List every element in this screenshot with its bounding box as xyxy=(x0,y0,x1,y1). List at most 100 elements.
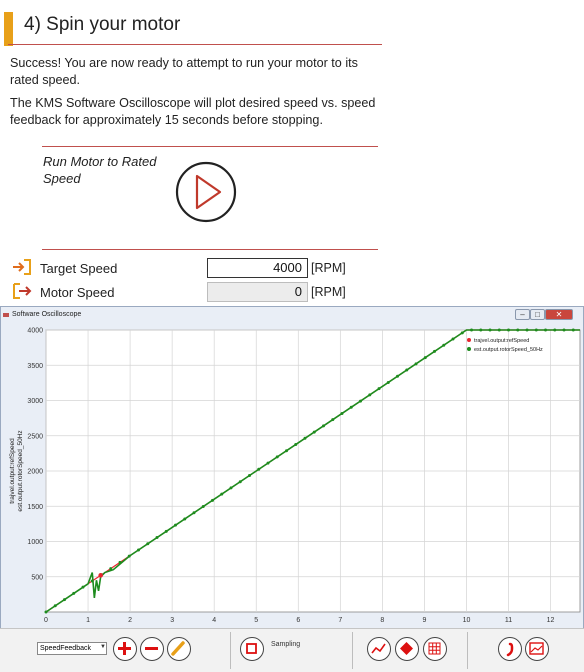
plus-icon xyxy=(118,642,131,655)
save-image-button[interactable] xyxy=(525,637,549,661)
series-marker xyxy=(183,517,187,521)
motor-speed-value: 0 xyxy=(207,282,308,302)
y-tick-label: 1000 xyxy=(27,539,43,546)
run-bottom-divider xyxy=(42,249,378,250)
motor-speed-label: Motor Speed xyxy=(40,285,115,300)
y-tick-label: 1500 xyxy=(27,504,43,511)
sampling-label: Sampling xyxy=(271,641,301,648)
x-tick-label: 5 xyxy=(254,617,258,624)
stop-icon xyxy=(246,643,257,654)
series-marker xyxy=(571,328,575,332)
y-tick-label: 2000 xyxy=(27,469,43,476)
series-marker xyxy=(349,405,353,409)
series-marker xyxy=(155,536,159,540)
motor-speed-unit: [RPM] xyxy=(311,285,346,299)
series-marker xyxy=(451,337,455,341)
series-marker xyxy=(423,356,427,360)
series-marker xyxy=(562,328,566,332)
chevron-down-icon: ▼ xyxy=(100,644,106,650)
series-marker xyxy=(192,511,196,515)
toolbar-separator xyxy=(352,632,353,669)
app-icon xyxy=(3,313,9,317)
series-marker xyxy=(238,480,242,484)
series-marker xyxy=(460,331,464,335)
success-text: Success! You are now ready to attempt to… xyxy=(10,56,358,87)
y-tick-label: 4000 xyxy=(27,328,43,335)
minimize-button[interactable]: – xyxy=(515,309,530,320)
series-marker xyxy=(488,328,492,332)
arrow-in-icon xyxy=(13,259,31,275)
x-tick-label: 0 xyxy=(44,617,48,624)
line-mode-button[interactable] xyxy=(367,637,391,661)
series-marker xyxy=(285,449,289,453)
series-marker xyxy=(534,328,538,332)
series-marker xyxy=(72,591,76,595)
minus-icon xyxy=(145,647,158,650)
series-marker xyxy=(359,399,363,403)
series-marker xyxy=(229,486,233,490)
series-marker xyxy=(257,467,261,471)
series-marker xyxy=(312,430,316,434)
series-marker xyxy=(507,328,511,332)
oscilloscope-title: Software Oscilloscope xyxy=(12,311,82,318)
series-marker xyxy=(109,567,113,571)
x-tick-label: 6 xyxy=(296,617,300,624)
x-tick-label: 11 xyxy=(505,617,512,624)
series-marker xyxy=(44,610,48,614)
grid-toggle-button[interactable] xyxy=(423,637,447,661)
x-tick-label: 1 xyxy=(86,617,90,624)
x-tick-label: 9 xyxy=(422,617,426,624)
stop-sampling-button[interactable] xyxy=(240,637,264,661)
pencil-icon xyxy=(171,641,185,656)
export-csv-button[interactable] xyxy=(498,637,522,661)
series-marker xyxy=(433,349,437,353)
series-marker xyxy=(294,442,298,446)
series-marker xyxy=(248,474,252,478)
zoom-out-button[interactable] xyxy=(140,637,164,661)
play-icon[interactable] xyxy=(166,161,246,223)
series-marker xyxy=(405,368,409,372)
speed-plot[interactable]: 0 1 2 3 4 5 6 7 8 9 10 11 12500100015002000250030003… xyxy=(0,322,584,627)
series-marker xyxy=(470,328,474,332)
series-marker xyxy=(174,523,178,527)
y-axis-label-line: est.output.rotorSpeed_50Hz xyxy=(17,430,24,511)
series-marker xyxy=(201,505,205,509)
series-marker xyxy=(81,585,85,589)
series-marker xyxy=(146,542,150,546)
close-button[interactable]: ✕ xyxy=(545,309,573,320)
x-tick-label: 3 xyxy=(170,617,174,624)
x-tick-label: 7 xyxy=(338,617,342,624)
grid-icon xyxy=(428,642,441,655)
marker-mode-button[interactable] xyxy=(395,637,419,661)
series-marker xyxy=(368,393,372,397)
series-marker xyxy=(53,604,57,608)
maximize-button[interactable]: □ xyxy=(530,309,545,320)
arrow-out-icon xyxy=(13,283,32,299)
y-axis-label-line: trajvel.output:refSpeed xyxy=(9,438,16,504)
series-marker xyxy=(266,461,270,465)
step-accent-bar xyxy=(4,12,13,46)
run-top-divider xyxy=(42,146,378,147)
series-marker xyxy=(220,492,224,496)
x-tick-label: 4 xyxy=(212,617,216,624)
series-marker xyxy=(386,380,390,384)
signal-select[interactable]: SpeedFeedback xyxy=(37,642,107,655)
series-marker xyxy=(525,328,529,332)
edit-button[interactable] xyxy=(167,637,191,661)
target-speed-input[interactable]: 4000 xyxy=(207,258,308,278)
series-marker xyxy=(553,328,557,332)
toolbar-separator xyxy=(230,632,231,669)
series-marker xyxy=(497,328,501,332)
series-marker xyxy=(63,598,67,602)
series-marker xyxy=(516,328,520,332)
series-marker xyxy=(377,387,381,391)
zoom-in-button[interactable] xyxy=(113,637,137,661)
series-marker xyxy=(303,436,307,440)
target-speed-unit: [RPM] xyxy=(311,261,346,275)
y-tick-label: 2500 xyxy=(27,433,43,440)
series-marker xyxy=(414,362,418,366)
y-tick-label: 3500 xyxy=(27,363,43,370)
series-marker xyxy=(127,554,131,558)
line-chart-icon xyxy=(371,643,386,654)
image-icon xyxy=(529,642,544,655)
